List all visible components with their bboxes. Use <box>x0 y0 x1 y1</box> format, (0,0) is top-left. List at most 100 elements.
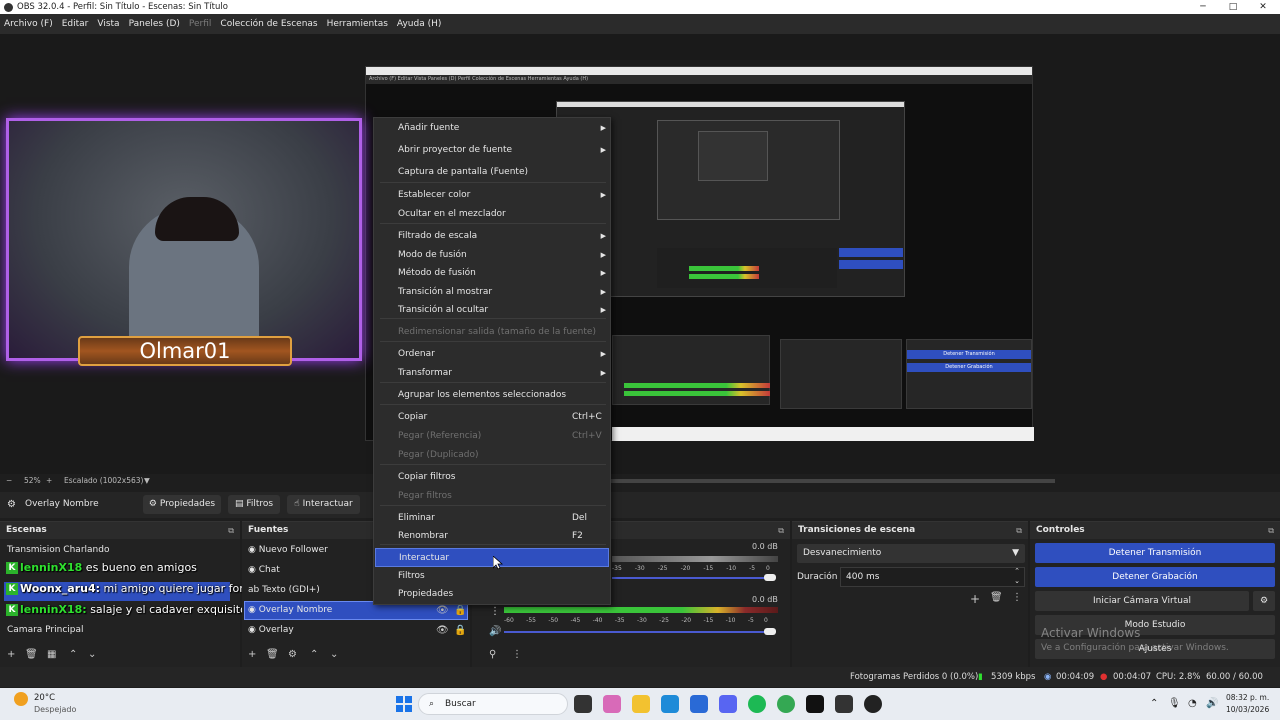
source-item[interactable]: ◉ Overlay Nombre <box>248 600 332 620</box>
scene-item[interactable]: Transmision Charlando <box>7 540 109 560</box>
clock-time[interactable]: 08:32 p. m. <box>1226 693 1269 702</box>
context-menu-item[interactable]: Ordenar ▶ <box>375 345 609 364</box>
context-menu-item[interactable]: Captura de pantalla (Fuente) <box>375 163 609 182</box>
weather-temp[interactable]: 20°C <box>34 693 55 703</box>
add-transition-icon[interactable]: + <box>970 592 980 606</box>
properties-button[interactable]: ⚙ Propiedades <box>143 495 221 514</box>
chevron-up-icon[interactable]: ⌃ <box>310 649 318 660</box>
context-menu-item[interactable]: Interactuar <box>375 548 609 567</box>
add-scene-icon[interactable]: + <box>7 649 15 660</box>
scaling-dropdown[interactable]: Escalado (1002x563) <box>64 476 143 485</box>
add-source-icon[interactable]: + <box>248 649 256 660</box>
trash-icon[interactable]: 🗑 <box>25 649 38 660</box>
link-icon[interactable]: ⚲ <box>489 649 496 660</box>
taskbar-search[interactable]: ⌕ Buscar <box>418 693 568 715</box>
chevron-down-icon[interactable]: ⌄ <box>330 649 338 660</box>
stop-stream-button[interactable]: Detener Transmisión <box>1035 543 1275 563</box>
context-menu-item[interactable]: Pegar (Referencia) Ctrl+V <box>375 427 609 446</box>
zoom-minus-icon[interactable]: − <box>6 476 12 485</box>
chrome-icon[interactable] <box>777 695 795 713</box>
menu-vista[interactable]: Vista <box>97 19 119 29</box>
microphone-icon[interactable]: 🎙 <box>1168 698 1181 709</box>
context-menu-item[interactable]: Renombrar F2 <box>375 527 609 546</box>
volume-slider-handle[interactable] <box>764 628 776 635</box>
zoom-plus-icon[interactable]: + <box>46 476 52 485</box>
context-menu-item[interactable]: Eliminar Del <box>375 509 609 528</box>
context-menu-item[interactable]: Agrupar los elementos seleccionados <box>375 386 609 405</box>
edge-icon[interactable] <box>661 695 679 713</box>
stop-record-button[interactable]: Detener Grabación <box>1035 567 1275 587</box>
undock-icon[interactable]: ⧉ <box>1016 522 1022 539</box>
menu-ayuda[interactable]: Ayuda (H) <box>397 19 441 29</box>
discord-icon[interactable] <box>719 695 737 713</box>
context-menu-item[interactable]: Propiedades <box>375 585 609 604</box>
duration-input[interactable]: 400 ms ⌃ ⌄ <box>840 567 1025 587</box>
context-menu-item[interactable]: Filtros <box>375 567 609 586</box>
source-item[interactable]: ◉ Chat <box>248 560 280 580</box>
context-menu-item[interactable]: Establecer color ▶ <box>375 186 609 205</box>
context-menu-item[interactable]: Abrir proyector de fuente ▶ <box>375 141 609 160</box>
store-icon[interactable] <box>690 695 708 713</box>
context-menu-item[interactable]: Método de fusión ▶ <box>375 264 609 283</box>
wifi-icon[interactable]: ◔ <box>1188 698 1197 709</box>
copilot-icon[interactable] <box>603 695 621 713</box>
visibility-icon[interactable]: 👁 <box>436 605 449 616</box>
gear-icon[interactable]: ⚙ <box>1253 591 1275 611</box>
visibility-icon[interactable]: 👁 <box>436 625 449 636</box>
context-menu-item[interactable]: Transición al ocultar ▶ <box>375 301 609 320</box>
more-icon[interactable]: ⋮ <box>512 649 522 660</box>
windows-start-icon[interactable] <box>396 696 412 712</box>
scene-item[interactable]: Camara Principal <box>7 620 84 640</box>
preview-scrollbar[interactable] <box>610 479 1055 483</box>
context-menu-item[interactable]: Redimensionar salida (tamaño de la fuent… <box>375 323 609 342</box>
context-menu-item[interactable]: Transformar ▶ <box>375 364 609 383</box>
source-item[interactable]: ab Texto (GDI+) <box>248 580 320 600</box>
trash-icon[interactable]: 🗑 <box>266 649 279 660</box>
trash-icon[interactable]: 🗑 <box>990 592 1003 603</box>
source-item[interactable]: ◉ Overlay <box>248 620 294 640</box>
menu-paneles[interactable]: Paneles (D) <box>129 19 180 29</box>
undock-icon[interactable]: ⧉ <box>778 522 784 539</box>
context-menu-item[interactable]: Pegar (Duplicado) <box>375 446 609 465</box>
transition-select[interactable]: Desvanecimiento ▼ <box>797 544 1025 563</box>
file-explorer-icon[interactable] <box>632 695 650 713</box>
menu-coleccion[interactable]: Colección de Escenas <box>220 19 317 29</box>
speaker-icon[interactable]: 🔊 <box>489 626 501 637</box>
gear-icon[interactable]: ⚙ <box>288 649 297 660</box>
chevron-down-icon[interactable]: ⌄ <box>88 649 96 660</box>
menu-archivo[interactable]: Archivo (F) <box>4 19 53 29</box>
undock-icon[interactable]: ⧉ <box>228 522 234 539</box>
chevron-down-icon[interactable]: ▼ <box>144 476 150 485</box>
filters-button[interactable]: ▤ Filtros <box>228 495 280 514</box>
source-item[interactable]: ◉ Nuevo Follower <box>248 540 328 560</box>
undock-icon[interactable]: ⧉ <box>1268 522 1274 539</box>
lock-icon[interactable]: 🔒 <box>454 605 466 616</box>
context-menu-item[interactable]: Copiar Ctrl+C <box>375 408 609 427</box>
virtual-camera-button[interactable]: Iniciar Cámara Virtual <box>1035 591 1249 611</box>
context-menu-item[interactable]: Añadir fuente ▶ <box>375 119 609 138</box>
stepper-icon[interactable]: ⌃ ⌄ <box>1014 566 1020 586</box>
chevron-up-icon[interactable]: ⌃ <box>69 649 77 660</box>
context-menu-item[interactable]: Pegar filtros <box>375 487 609 506</box>
context-menu-item[interactable]: Ocultar en el mezclador <box>375 205 609 224</box>
tiktok-icon[interactable] <box>806 695 824 713</box>
obs-icon[interactable] <box>864 695 882 713</box>
minimize-button[interactable]: ─ <box>1188 0 1218 14</box>
filter-icon[interactable]: ▦ <box>47 649 56 660</box>
volume-slider-handle[interactable] <box>764 574 776 581</box>
menu-editar[interactable]: Editar <box>62 19 89 29</box>
maximize-button[interactable]: □ <box>1218 0 1248 14</box>
context-menu-item[interactable]: Transición al mostrar ▶ <box>375 283 609 302</box>
menu-perfil[interactable]: Perfil <box>189 19 212 29</box>
interact-button[interactable]: ☝ Interactuar <box>287 495 360 514</box>
close-button[interactable]: ✕ <box>1248 0 1278 14</box>
volume-slider-track[interactable] <box>504 631 774 633</box>
more-icon[interactable]: ⋮ <box>1012 592 1022 603</box>
task-view-icon[interactable] <box>574 695 592 713</box>
spotify-icon[interactable] <box>748 695 766 713</box>
volume-icon[interactable]: 🔊 <box>1206 698 1218 709</box>
lock-icon[interactable]: 🔒 <box>454 625 466 636</box>
context-menu-item[interactable]: Modo de fusión ▶ <box>375 246 609 265</box>
context-menu-item[interactable]: Filtrado de escala ▶ <box>375 227 609 246</box>
epic-games-icon[interactable] <box>835 695 853 713</box>
